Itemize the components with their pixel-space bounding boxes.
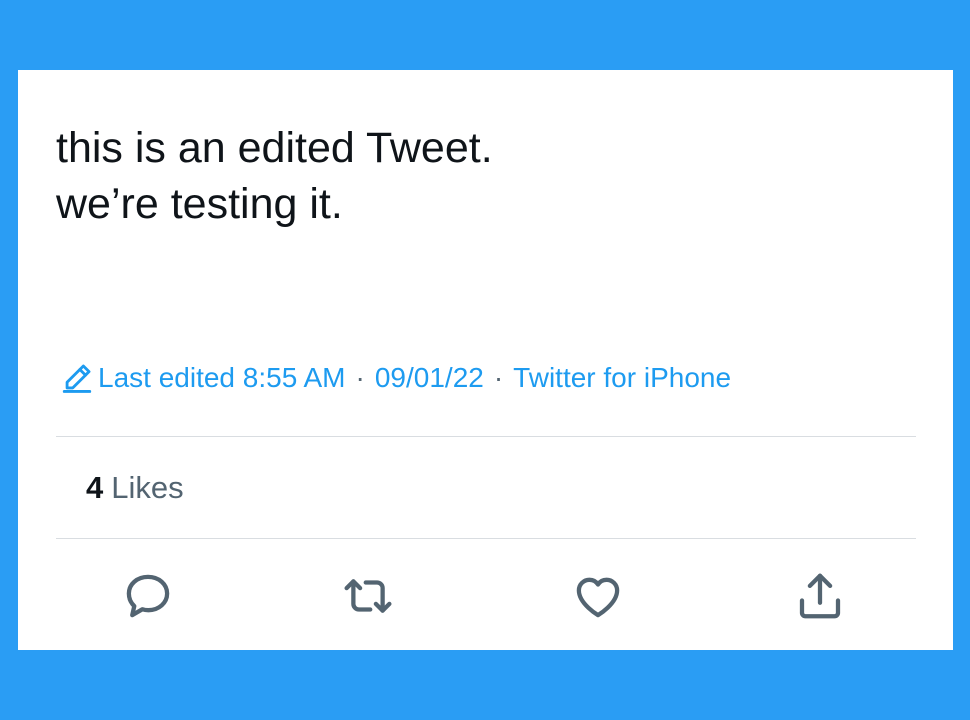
meta-separator: ·	[493, 362, 504, 393]
retweet-icon	[344, 579, 392, 613]
tweet-date[interactable]: 09/01/22	[375, 362, 484, 394]
last-edited-link[interactable]: Last edited 8:55 AM	[98, 362, 346, 394]
retweet-button[interactable]	[340, 568, 396, 624]
meta-separator: ·	[355, 362, 365, 393]
likes-stat[interactable]: 4 Likes	[86, 470, 184, 506]
share-button[interactable]	[792, 568, 848, 624]
like-button[interactable]	[570, 568, 626, 624]
tweet-metadata: Last edited 8:55 AM · 09/01/22 · Twitter…	[60, 360, 731, 396]
heart-icon	[576, 577, 620, 618]
likes-label: Likes	[111, 470, 184, 505]
share-icon	[799, 573, 841, 619]
tweet-source[interactable]: Twitter for iPhone	[513, 362, 731, 394]
reply-icon	[126, 574, 170, 618]
likes-count: 4	[86, 470, 104, 505]
divider	[56, 538, 916, 539]
pencil-icon[interactable]	[60, 361, 94, 395]
tweet-text: this is an edited Tweet. we’re testing i…	[56, 124, 493, 228]
tweet-card: this is an edited Tweet. we’re testing i…	[18, 70, 953, 650]
reply-button[interactable]	[120, 568, 176, 624]
divider	[56, 436, 916, 437]
